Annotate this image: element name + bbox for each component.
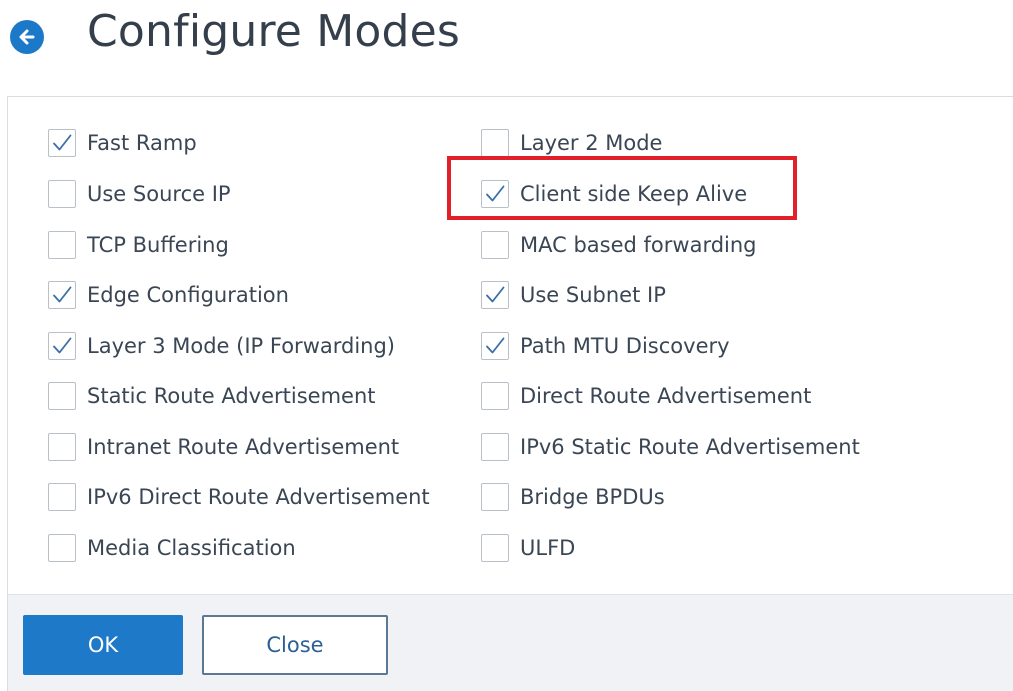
option-static-route-advertisement[interactable]: Static Route Advertisement: [48, 379, 376, 413]
checkmark-icon: [53, 337, 72, 354]
option-direct-route-advertisement[interactable]: Direct Route Advertisement: [481, 379, 811, 413]
checkbox[interactable]: [481, 382, 509, 410]
option-fast-ramp[interactable]: Fast Ramp: [48, 126, 197, 160]
back-button[interactable]: [10, 20, 44, 54]
option-mac-based-forwarding[interactable]: MAC based forwarding: [481, 228, 757, 262]
option-label: Client side Keep Alive: [520, 182, 748, 206]
option-label: MAC based forwarding: [520, 233, 757, 257]
checkbox[interactable]: [481, 281, 509, 309]
option-path-mtu-discovery[interactable]: Path MTU Discovery: [481, 329, 730, 363]
checkbox[interactable]: [481, 534, 509, 562]
option-layer3-mode[interactable]: Layer 3 Mode (IP Forwarding): [48, 329, 395, 363]
checkbox[interactable]: [481, 231, 509, 259]
option-tcp-buffering[interactable]: TCP Buffering: [48, 228, 229, 262]
checkbox[interactable]: [48, 483, 76, 511]
option-label: ULFD: [520, 536, 576, 560]
option-ulfd[interactable]: ULFD: [481, 531, 575, 565]
option-label: Layer 3 Mode (IP Forwarding): [87, 334, 395, 358]
checkmark-icon: [486, 185, 505, 202]
option-use-source-ip[interactable]: Use Source IP: [48, 177, 231, 211]
option-label: Static Route Advertisement: [87, 384, 376, 408]
option-bridge-bpdus[interactable]: Bridge BPDUs: [481, 480, 665, 514]
page-header: Configure Modes: [0, 0, 1013, 96]
checkbox[interactable]: [48, 534, 76, 562]
option-label: IPv6 Direct Route Advertisement: [87, 485, 430, 509]
checkbox[interactable]: [48, 332, 76, 360]
option-label: Path MTU Discovery: [520, 334, 730, 358]
checkbox[interactable]: [481, 483, 509, 511]
option-label: Layer 2 Mode: [520, 131, 663, 155]
option-label: IPv6 Static Route Advertisement: [520, 435, 860, 459]
checkbox[interactable]: [481, 332, 509, 360]
configure-modes-page: Configure Modes Fast Ramp Use Source IP …: [0, 0, 1013, 691]
checkbox[interactable]: [481, 433, 509, 461]
checkmark-icon: [53, 286, 72, 303]
checkmark-icon: [53, 134, 72, 151]
page-title: Configure Modes: [87, 6, 461, 57]
checkbox[interactable]: [481, 129, 509, 157]
checkbox[interactable]: [48, 129, 76, 157]
checkbox[interactable]: [48, 231, 76, 259]
checkbox[interactable]: [48, 433, 76, 461]
option-label: Intranet Route Advertisement: [87, 435, 400, 459]
arrow-left-icon: [19, 29, 35, 45]
modes-panel: Fast Ramp Use Source IP TCP Buffering Ed…: [7, 96, 1013, 691]
dialog-footer: OK Close: [8, 594, 1013, 691]
checkbox[interactable]: [481, 180, 509, 208]
ok-button[interactable]: OK: [23, 615, 183, 675]
option-ipv6-direct-route-advertisement[interactable]: IPv6 Direct Route Advertisement: [48, 480, 430, 514]
option-label: Direct Route Advertisement: [520, 384, 812, 408]
option-label: Use Subnet IP: [520, 283, 666, 307]
checkmark-icon: [486, 286, 505, 303]
option-edge-configuration[interactable]: Edge Configuration: [48, 278, 289, 312]
option-label: Bridge BPDUs: [520, 485, 665, 509]
option-client-side-keep-alive[interactable]: Client side Keep Alive: [481, 177, 747, 211]
option-label: TCP Buffering: [87, 233, 229, 257]
option-label: Fast Ramp: [87, 131, 197, 155]
checkbox[interactable]: [48, 382, 76, 410]
option-label: Edge Configuration: [87, 283, 289, 307]
checkbox[interactable]: [48, 180, 76, 208]
option-ipv6-static-route-advertisement[interactable]: IPv6 Static Route Advertisement: [481, 430, 860, 464]
option-media-classification[interactable]: Media Classification: [48, 531, 296, 565]
close-button[interactable]: Close: [202, 615, 388, 675]
option-layer2-mode[interactable]: Layer 2 Mode: [481, 126, 662, 160]
option-use-subnet-ip[interactable]: Use Subnet IP: [481, 278, 666, 312]
option-label: Media Classification: [87, 536, 296, 560]
checkmark-icon: [486, 337, 505, 354]
checkbox[interactable]: [48, 281, 76, 309]
option-label: Use Source IP: [87, 182, 231, 206]
option-intranet-route-advertisement[interactable]: Intranet Route Advertisement: [48, 430, 399, 464]
